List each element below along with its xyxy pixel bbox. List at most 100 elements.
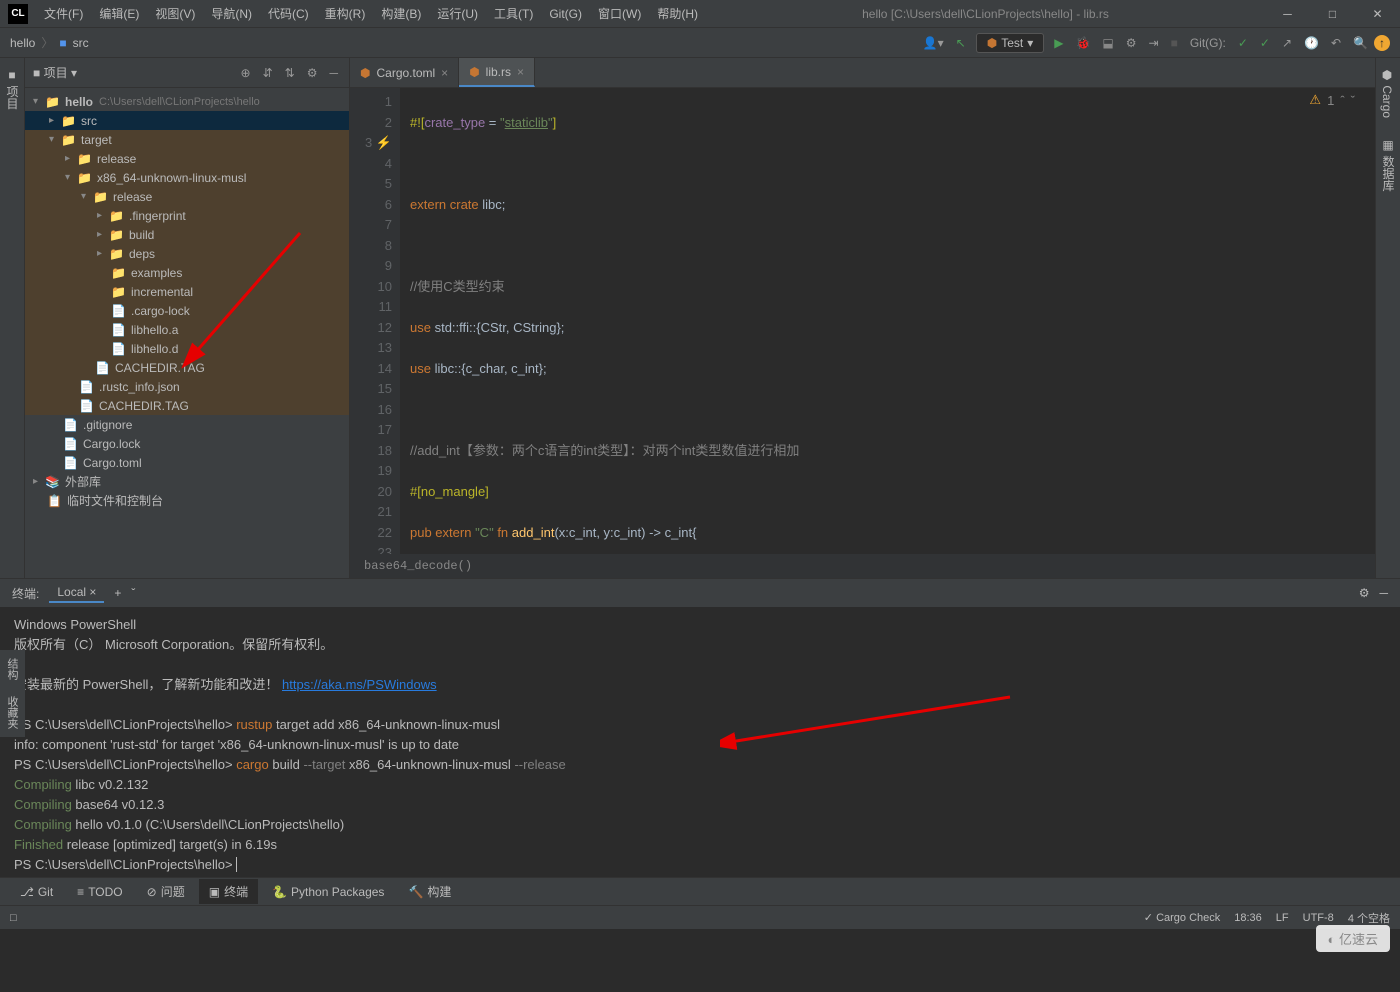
tree-rustc-info[interactable]: 📄.rustc_info.json (25, 377, 349, 396)
vcs-rollback-icon[interactable]: ↶ (1325, 36, 1347, 50)
status-indent[interactable]: 4 个空格 (1348, 910, 1390, 926)
back-icon[interactable]: ↖ (950, 36, 972, 50)
bottom-tool-tabs: ⎇ Git ≡ TODO ⊘ 问题 ▣ 终端 🐍 Python Packages… (0, 877, 1400, 905)
minimize-button[interactable]: ─ (1265, 0, 1310, 28)
terminal-hide-icon[interactable]: ─ (1379, 586, 1388, 600)
tree-external[interactable]: ▸📚外部库 (25, 472, 349, 491)
close-icon[interactable]: × (441, 66, 448, 80)
menu-window[interactable]: 窗口(W) (590, 0, 649, 28)
project-sidebar: ■ 项目 ▾ ⊕ ⇵ ⇅ ⚙ ─ ▾📁helloC:\Users\dell\CL… (25, 58, 350, 578)
project-tool-tab[interactable]: ■ 项目 (0, 58, 25, 119)
tree-project-root[interactable]: ▾📁helloC:\Users\dell\CLionProjects\hello (25, 92, 349, 111)
status-encoding[interactable]: UTF-8 (1303, 912, 1334, 924)
run-button[interactable]: ▶ (1048, 36, 1069, 50)
menu-help[interactable]: 帮助(H) (649, 0, 706, 28)
app-logo: CL (8, 4, 28, 24)
tree-scratch[interactable]: 📋临时文件和控制台 (25, 491, 349, 510)
tab-terminal[interactable]: ▣ 终端 (199, 879, 258, 904)
tree-cachedir2[interactable]: 📄CACHEDIR.TAG (25, 396, 349, 415)
vcs-commit-icon[interactable]: ✓ (1254, 36, 1276, 50)
tree-target[interactable]: ▾📁target (25, 130, 349, 149)
tab-python[interactable]: 🐍 Python Packages (262, 881, 394, 903)
menu-navigate[interactable]: 导航(N) (203, 0, 260, 28)
close-button[interactable]: ✕ (1355, 0, 1400, 28)
tree-gitignore[interactable]: 📄.gitignore (25, 415, 349, 434)
code-content[interactable]: #![crate_type = "staticlib"] extern crat… (400, 88, 1375, 554)
terminal-settings-icon[interactable]: ⚙ (1359, 586, 1370, 600)
breadcrumb-src[interactable]: src (73, 36, 89, 50)
menu-build[interactable]: 构建(B) (373, 0, 429, 28)
titlebar: CL 文件(F) 编辑(E) 视图(V) 导航(N) 代码(C) 重构(R) 构… (0, 0, 1400, 28)
code-editor[interactable]: 123 ⚡4567891011121314151617181920212223 … (350, 88, 1375, 554)
tree-fingerprint[interactable]: ▸📁.fingerprint (25, 206, 349, 225)
maximize-button[interactable]: □ (1310, 0, 1355, 28)
tree-cargo-lock[interactable]: 📄Cargo.lock (25, 434, 349, 453)
tree-musl-release[interactable]: ▾📁release (25, 187, 349, 206)
terminal-output[interactable]: Windows PowerShell 版权所有（C） Microsoft Cor… (0, 607, 1400, 877)
cargo-tool-tab[interactable]: ⬢ Cargo (1376, 58, 1398, 128)
debug-button[interactable]: 🐞 (1069, 36, 1096, 50)
tab-lib-rs[interactable]: ⬢lib.rs× (459, 58, 535, 87)
tree-deps[interactable]: ▸📁deps (25, 244, 349, 263)
tree-build[interactable]: ▸📁build (25, 225, 349, 244)
status-line-sep[interactable]: LF (1276, 912, 1289, 924)
ide-update-icon[interactable]: ↑ (1374, 35, 1390, 51)
vcs-history-icon[interactable]: 🕐 (1298, 36, 1325, 50)
menu-git[interactable]: Git(G) (541, 0, 590, 28)
project-tree[interactable]: ▾📁helloC:\Users\dell\CLionProjects\hello… (25, 88, 349, 578)
hide-icon[interactable]: ─ (326, 66, 341, 80)
close-icon[interactable]: × (517, 65, 524, 79)
terminal-tab-local[interactable]: Local × (49, 583, 104, 603)
gear-icon[interactable]: ⚙ (304, 66, 321, 80)
locate-icon[interactable]: ⊕ (238, 66, 254, 80)
tab-cargo-toml[interactable]: ⬢Cargo.toml× (350, 58, 459, 87)
run-config-dropdown[interactable]: ⬢Test▾ (976, 33, 1045, 53)
editor-inspection[interactable]: ⚠1ˆˇ (1309, 92, 1355, 108)
expand-icon[interactable]: ⇵ (260, 66, 276, 80)
menu-view[interactable]: 视图(V) (147, 0, 203, 28)
tree-cargo-toml[interactable]: 📄Cargo.toml (25, 453, 349, 472)
terminal-add-tab[interactable]: + (114, 586, 121, 600)
powershell-link[interactable]: https://aka.ms/PSWindows (282, 677, 437, 692)
navigation-bar: hello 〉 ■ src 👤▾ ↖ ⬢Test▾ ▶ 🐞 ⬓ ⚙ ⇥ ■ Gi… (0, 28, 1400, 58)
tab-problems[interactable]: ⊘ 问题 (137, 879, 195, 904)
terminal-dropdown[interactable]: ˇ (131, 586, 135, 600)
status-time: 18:36 (1234, 912, 1262, 924)
menu-file[interactable]: 文件(F) (36, 0, 91, 28)
editor-tabs: ⬢Cargo.toml× ⬢lib.rs× (350, 58, 1375, 88)
tab-todo[interactable]: ≡ TODO (67, 881, 132, 903)
tree-src[interactable]: ▸📁src (25, 111, 349, 130)
tree-incremental[interactable]: 📁incremental (25, 282, 349, 301)
collapse-icon[interactable]: ⇅ (282, 66, 298, 80)
menu-run[interactable]: 运行(U) (429, 0, 486, 28)
bookmarks-tool-tab[interactable]: 收藏夹 (0, 688, 24, 737)
profile-icon[interactable]: ⚙ (1120, 36, 1143, 50)
status-cargo-check[interactable]: ✓ Cargo Check (1144, 911, 1220, 924)
tree-libhello-d[interactable]: 📄libhello.d (25, 339, 349, 358)
user-icon[interactable]: 👤▾ (917, 36, 950, 50)
vcs-update-icon[interactable]: ✓ (1232, 36, 1254, 50)
coverage-icon[interactable]: ⬓ (1096, 36, 1119, 50)
search-icon[interactable]: 🔍 (1347, 36, 1374, 50)
vcs-push-icon[interactable]: ↗ (1276, 36, 1298, 50)
database-tool-tab[interactable]: ▦ 数据库 (1376, 128, 1400, 201)
menu-refactor[interactable]: 重构(R) (317, 0, 374, 28)
structure-tool-tab[interactable]: 结构 (0, 650, 24, 688)
tree-libhello-a[interactable]: 📄libhello.a (25, 320, 349, 339)
tab-git[interactable]: ⎇ Git (10, 881, 63, 903)
sidebar-title: ■ 项目 ▾ (33, 64, 77, 81)
stop-button[interactable]: ■ (1165, 36, 1184, 50)
breadcrumb-root[interactable]: hello (10, 36, 35, 50)
tree-musl[interactable]: ▾📁x86_64-unknown-linux-musl (25, 168, 349, 187)
menu-code[interactable]: 代码(C) (260, 0, 317, 28)
menu-tools[interactable]: 工具(T) (486, 0, 541, 28)
editor-breadcrumb[interactable]: base64_decode() (350, 554, 1375, 578)
tree-examples[interactable]: 📁examples (25, 263, 349, 282)
menu-edit[interactable]: 编辑(E) (91, 0, 147, 28)
tree-release[interactable]: ▸📁release (25, 149, 349, 168)
status-tool-windows-icon[interactable]: □ (10, 912, 17, 924)
attach-icon[interactable]: ⇥ (1143, 36, 1165, 50)
tree-cargo-lock-file[interactable]: 📄.cargo-lock (25, 301, 349, 320)
tree-cachedir1[interactable]: 📄CACHEDIR.TAG (25, 358, 349, 377)
tab-build[interactable]: 🔨 构建 (398, 879, 461, 904)
